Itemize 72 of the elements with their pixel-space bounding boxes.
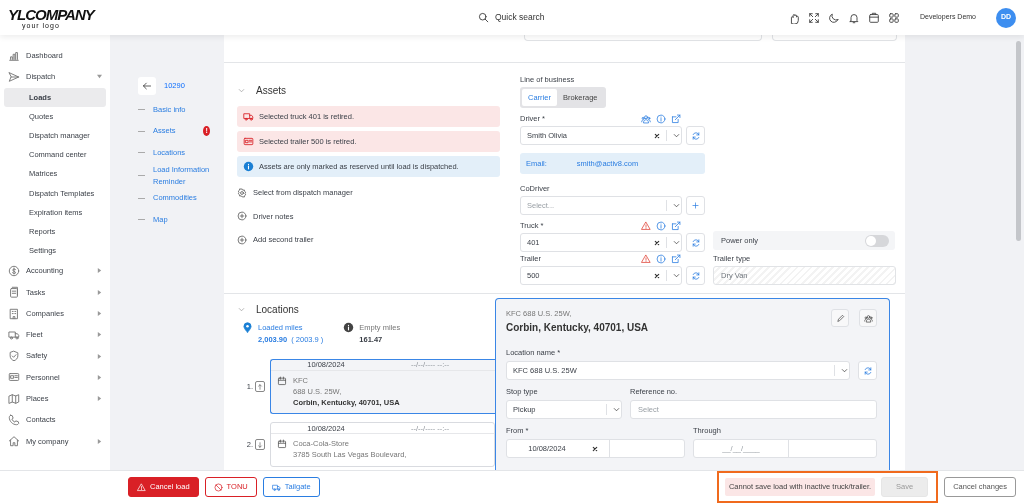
refresh-icon — [690, 237, 701, 248]
shield-icon — [8, 350, 20, 363]
move-down-button[interactable] — [255, 439, 265, 451]
truck-icon — [8, 328, 20, 341]
plus-circle-icon[interactable] — [237, 234, 247, 245]
fullscreen-icon[interactable] — [807, 11, 820, 24]
arrow-down-icon — [256, 440, 264, 449]
plus-circle-icon[interactable] — [237, 211, 247, 222]
notification-icon[interactable] — [847, 11, 860, 24]
calendar-icon — [277, 439, 287, 450]
info-icon[interactable] — [656, 221, 666, 232]
search-icon[interactable] — [478, 12, 489, 23]
edit-icon[interactable] — [671, 221, 681, 232]
chevron-down-icon[interactable] — [237, 86, 246, 95]
refresh-button[interactable] — [858, 361, 877, 381]
back-arrow-icon — [142, 81, 152, 91]
ban-icon — [213, 482, 223, 492]
refresh-button[interactable] — [686, 126, 705, 146]
section-title: Locations — [256, 303, 299, 318]
toggle-switch[interactable] — [865, 234, 889, 247]
people-button[interactable] — [859, 309, 877, 328]
refresh-icon — [862, 365, 873, 376]
edit-button[interactable] — [831, 309, 849, 328]
info-icon[interactable] — [656, 114, 666, 125]
location-pin-icon — [242, 322, 253, 334]
id-card-icon — [8, 371, 20, 384]
map-icon — [8, 392, 20, 405]
moon-icon[interactable] — [827, 11, 840, 24]
home-icon — [8, 435, 20, 448]
truck-icon — [271, 482, 281, 492]
refresh-icon — [690, 270, 701, 281]
back-button[interactable] — [138, 77, 156, 95]
stop-title: Corbin, Kentucky, 40701, USA — [506, 321, 649, 336]
refresh-button[interactable] — [686, 266, 705, 286]
phone-icon — [8, 414, 20, 426]
move-up-button[interactable] — [255, 381, 265, 393]
add-button[interactable] — [686, 196, 705, 216]
chart-icon — [8, 49, 20, 62]
logo-mark: YL — [8, 6, 26, 22]
refresh-icon — [690, 130, 701, 141]
clear-icon[interactable] — [591, 444, 599, 453]
send-icon — [8, 70, 20, 83]
briefcase-icon[interactable] — [867, 11, 880, 24]
pencil-icon — [835, 313, 845, 323]
apps-icon[interactable] — [887, 11, 900, 24]
arrow-up-icon — [256, 382, 264, 391]
edit-icon[interactable] — [671, 254, 681, 265]
people-icon[interactable] — [641, 114, 651, 125]
input-field[interactable] — [524, 35, 763, 41]
search-label[interactable]: Quick search — [495, 11, 545, 24]
input-field[interactable] — [772, 35, 897, 41]
gear-icon[interactable] — [237, 187, 247, 198]
logo-word: COMPANY — [25, 6, 94, 22]
dollar-icon — [8, 264, 20, 277]
warning-icon — [137, 482, 146, 492]
info-icon — [343, 322, 355, 334]
plus-icon — [691, 201, 700, 211]
building-icon — [8, 307, 20, 320]
scrollbar[interactable] — [1015, 41, 1021, 241]
info-icon — [243, 161, 254, 172]
clear-icon[interactable] — [653, 131, 661, 140]
info-icon[interactable] — [656, 254, 666, 265]
clear-icon[interactable] — [653, 271, 661, 280]
refresh-button[interactable] — [686, 233, 705, 253]
truck-icon — [243, 111, 254, 122]
edit-icon[interactable] — [671, 114, 681, 125]
clear-icon[interactable] — [653, 238, 661, 247]
calendar-icon — [277, 375, 287, 386]
people-icon — [863, 313, 873, 323]
clipboard-icon — [8, 286, 20, 299]
trailer-icon — [243, 136, 254, 147]
section-title: Assets — [256, 84, 286, 98]
